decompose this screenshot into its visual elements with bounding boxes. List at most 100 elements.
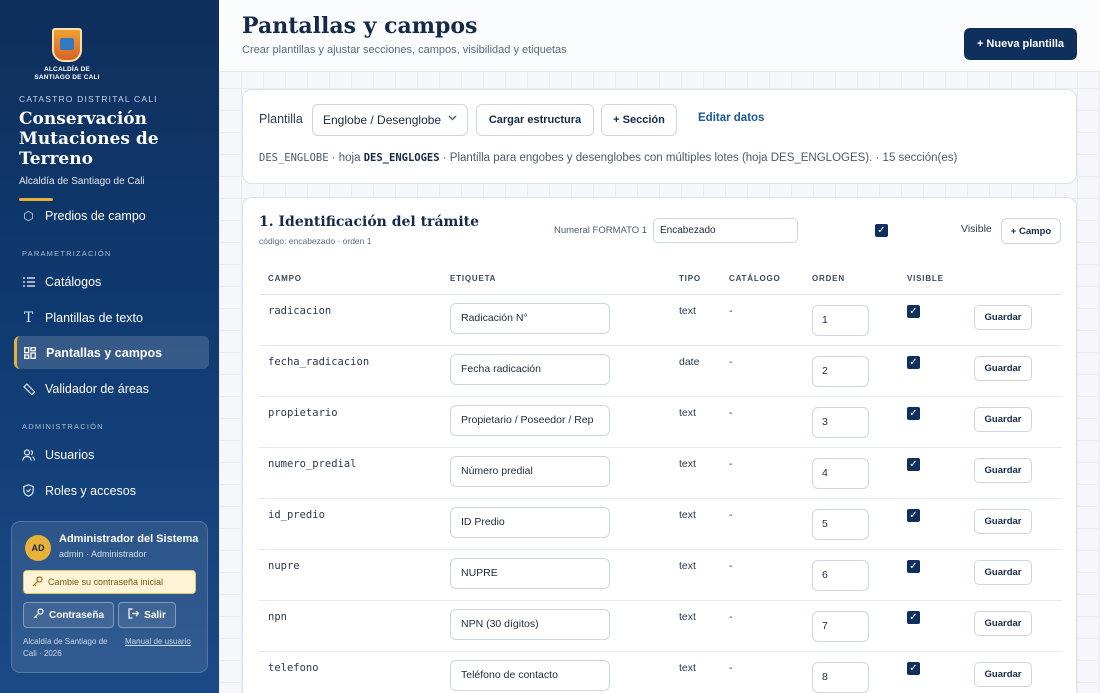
field-type: date [670, 345, 720, 397]
field-label-input[interactable]: ID Predio [450, 506, 610, 538]
logout-button[interactable]: Salir [118, 602, 176, 628]
app-subtitle: Alcaldía de Santiago de Cali [19, 176, 145, 187]
order-cell: 2 [803, 345, 898, 397]
field-order-input[interactable]: 3 [812, 406, 869, 438]
sidebar-item-pantallas-campos[interactable]: Pantallas y campos [14, 336, 209, 369]
field-label-input[interactable]: Número predial [450, 455, 610, 487]
field-name: fecha_radicacion [259, 345, 441, 397]
add-section-button[interactable]: + Sección [601, 104, 677, 136]
actions-cell: Guardar [965, 651, 1062, 693]
field-visible-checkbox[interactable]: ✓ [907, 305, 920, 318]
field-order-input[interactable]: 2 [812, 355, 869, 387]
field-order-input[interactable]: 7 [812, 610, 869, 642]
field-name: nupre [259, 549, 441, 601]
shield-icon [22, 484, 35, 497]
ruler-icon [22, 382, 35, 395]
section-visible-checkbox[interactable]: ✓ [875, 224, 888, 237]
save-button[interactable]: Guardar [974, 610, 1032, 636]
numeral-label: Numeral FORMATO 1 [554, 225, 648, 236]
label-cell: Número predial [441, 447, 670, 499]
field-visible-checkbox[interactable]: ✓ [907, 509, 920, 522]
col-catalogo: CATÁLOGO [720, 264, 803, 295]
table-row: npn NPN (30 dígitos) text -7 ✓ Guardar [259, 600, 1062, 652]
template-select[interactable]: Englobe / Desenglobe [312, 104, 468, 136]
field-type: text [670, 549, 720, 601]
order-cell: 7 [803, 600, 898, 652]
change-password-button[interactable]: Contraseña [23, 602, 114, 628]
field-catalog: - [720, 396, 803, 448]
template-bar: Plantilla Englobe / Desenglobe Cargar es… [242, 89, 1077, 184]
user-role[interactable]: admin · Administrador [59, 549, 147, 559]
col-tipo: TIPO [670, 264, 720, 295]
city-logo: ALCALDÍA DE SANTIAGO DE CALI [0, 28, 134, 82]
sidebar-item-label: Pantallas y campos [46, 345, 163, 360]
load-structure-button[interactable]: Cargar estructura [476, 104, 594, 136]
field-label-input[interactable]: NUPRE [450, 557, 610, 589]
field-label-input[interactable]: Radicación N° [450, 302, 610, 334]
save-button[interactable]: Guardar [974, 304, 1032, 330]
field-catalog: - [720, 498, 803, 550]
sidebar-item-usuarios[interactable]: Usuarios [14, 438, 209, 471]
field-order-input[interactable]: 1 [812, 304, 869, 336]
edit-data-link[interactable]: Editar datos [698, 112, 764, 124]
field-visible-checkbox[interactable]: ✓ [907, 611, 920, 624]
key-icon [32, 575, 43, 589]
user-name: Administrador del Sistema [59, 533, 199, 545]
sidebar: ALCALDÍA DE SANTIAGO DE CALI CATASTRO DI… [0, 0, 219, 693]
sidebar-item-label: Validador de áreas [45, 381, 150, 396]
table-row: numero_predial Número predial text -4 ✓ Guard… [259, 447, 1062, 499]
numeral-input[interactable]: Encabezado [653, 218, 798, 243]
sidebar-item-predios[interactable]: ⬡ Predios de campo [14, 204, 209, 232]
sidebar-item-catalogos[interactable]: Catálogos [14, 265, 209, 298]
field-name: propietario [259, 396, 441, 448]
visible-cell: ✓ [898, 651, 965, 693]
field-visible-checkbox[interactable]: ✓ [907, 407, 920, 420]
field-type: text [670, 600, 720, 652]
field-order-input[interactable]: 6 [812, 559, 869, 591]
password-alert-text: Cambie su contraseña inicial [48, 577, 164, 587]
field-label-input[interactable]: NPN (30 dígitos) [450, 608, 610, 640]
sidebar-item-plantillas-texto[interactable]: T Plantillas de texto [14, 301, 209, 334]
field-visible-checkbox[interactable]: ✓ [907, 356, 920, 369]
key-icon [33, 608, 44, 622]
template-meta: DES_ENGLOBE · hoja DES_ENGLOGES · Planti… [259, 152, 957, 164]
logo-line2: SANTIAGO DE CALI [34, 74, 100, 81]
save-button[interactable]: Guardar [974, 661, 1032, 687]
table-row: fecha_radicacion Fecha radicación date -2 ✓ G… [259, 345, 1062, 397]
save-button[interactable]: Guardar [974, 406, 1032, 432]
new-template-button[interactable]: + Nueva plantilla [964, 28, 1077, 60]
visible-cell: ✓ [898, 600, 965, 652]
app-title: Conservación Mutaciones de Terreno [19, 109, 159, 169]
field-order-input[interactable]: 5 [812, 508, 869, 540]
field-label-input[interactable]: Teléfono de contacto [450, 659, 610, 691]
save-button[interactable]: Guardar [974, 457, 1032, 483]
sidebar-item-validador-areas[interactable]: Validador de áreas [14, 372, 209, 405]
field-label-input[interactable]: Fecha radicación [450, 353, 610, 385]
field-order-input[interactable]: 8 [812, 661, 869, 693]
nav-section-parametrizacion: PARAMETRIZACIÓN [22, 249, 112, 258]
sidebar-item-label: Catálogos [45, 274, 102, 289]
section-title: 1. Identificación del trámite [259, 214, 480, 230]
field-visible-checkbox[interactable]: ✓ [907, 662, 920, 675]
field-visible-checkbox[interactable]: ✓ [907, 560, 920, 573]
logout-icon [128, 608, 140, 622]
table-row: radicacion Radicación N° text -1 ✓ Guardar [259, 294, 1062, 346]
field-name: radicacion [259, 294, 441, 346]
label-cell: NUPRE [441, 549, 670, 601]
add-field-button[interactable]: + Campo [1001, 218, 1061, 244]
field-type: text [670, 447, 720, 499]
save-button[interactable]: Guardar [974, 355, 1032, 381]
section-card: 1. Identificación del trámite código: en… [242, 197, 1077, 693]
table-row: telefono Teléfono de contacto text -8 ✓ Guard… [259, 651, 1062, 693]
field-order-input[interactable]: 4 [812, 457, 869, 489]
template-select-value: Englobe / Desenglobe [323, 113, 442, 127]
save-button[interactable]: Guardar [974, 508, 1032, 534]
sidebar-item-roles[interactable]: Roles y accesos [14, 474, 209, 507]
field-visible-checkbox[interactable]: ✓ [907, 458, 920, 471]
user-manual-link[interactable]: Manual de usuario [125, 636, 191, 648]
brand-accent-bar [19, 198, 53, 201]
order-cell: 5 [803, 498, 898, 550]
save-button[interactable]: Guardar [974, 559, 1032, 585]
field-label-input[interactable]: Propietario / Poseedor / Rep [450, 404, 610, 436]
password-alert[interactable]: Cambie su contraseña inicial [23, 570, 196, 594]
